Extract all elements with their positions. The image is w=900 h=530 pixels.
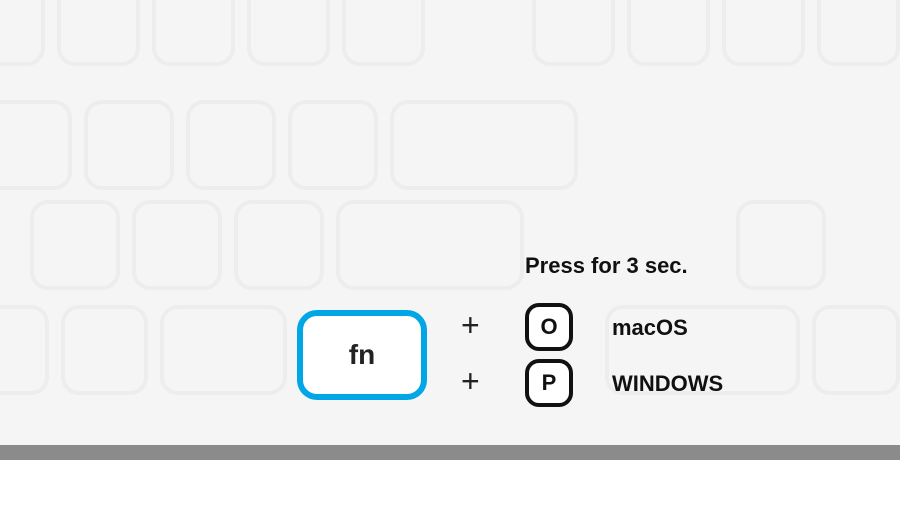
fn-key-highlighted: fn [297,310,427,400]
ghost-key [0,0,45,66]
shortcut-key-p: P [525,359,573,407]
keyboard-row-3 [30,200,900,290]
ghost-key [722,0,805,66]
ghost-key [152,0,235,66]
diagram-stage: fn + + O P macOS WINDOWS Press for 3 sec… [0,0,900,530]
ghost-key [84,100,174,190]
ghost-key [234,200,324,290]
press-instruction-label: Press for 3 sec. [525,253,688,279]
ghost-key [627,0,710,66]
ghost-key [532,0,615,66]
keyboard-row-2 [0,100,900,190]
keyboard-edge [0,445,900,460]
ghost-key [57,0,140,66]
page-whitespace [0,460,900,530]
ghost-key [30,200,120,290]
ghost-key [336,200,524,290]
keyboard-background [0,0,900,445]
ghost-key [0,305,49,395]
plus-icon: + [461,307,480,344]
ghost-key [0,100,72,190]
os-label-macos: macOS [612,315,688,341]
ghost-key [390,100,578,190]
ghost-key [342,0,425,66]
ghost-key [817,0,900,66]
shortcut-key-o: O [525,303,573,351]
ghost-key [247,0,330,66]
keyboard-row-4 [0,305,900,395]
ghost-key [160,305,287,395]
ghost-key [61,305,149,395]
os-label-windows: WINDOWS [612,371,723,397]
ghost-key [186,100,276,190]
ghost-key [132,200,222,290]
keyboard-row-1 [0,0,900,66]
ghost-key [736,200,826,290]
ghost-key [288,100,378,190]
plus-icon: + [461,363,480,400]
ghost-key [812,305,900,395]
